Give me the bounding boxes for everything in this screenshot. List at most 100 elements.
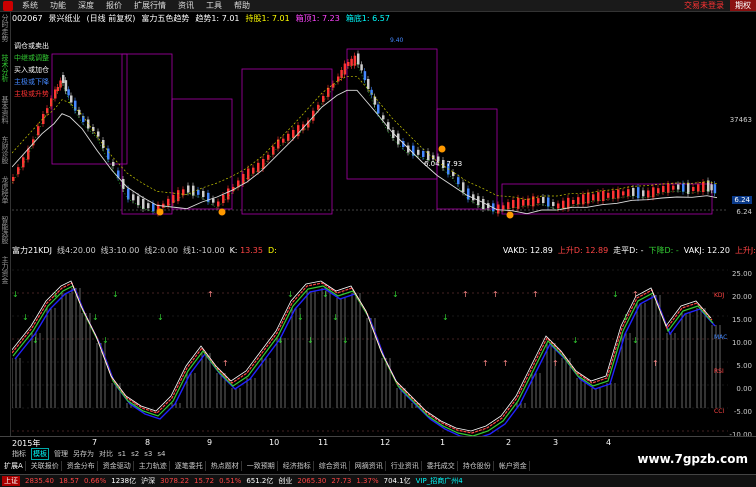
- index3-volume: 704.1亿: [383, 477, 411, 485]
- extension-tab[interactable]: 网摘资讯: [353, 460, 386, 471]
- extension-tab[interactable]: 资金驱动: [101, 460, 134, 471]
- price-axis-high: 37463: [729, 116, 752, 124]
- candle-body: [187, 185, 190, 193]
- support-value: 7.01: [271, 13, 290, 23]
- chart-period[interactable]: (日线 前复权): [87, 13, 136, 24]
- candle-body: [537, 198, 540, 204]
- candle-body: [287, 133, 290, 141]
- menu-item-system[interactable]: 系统: [16, 0, 44, 11]
- extension-tab[interactable]: 综合资讯: [317, 460, 350, 471]
- extension-tab[interactable]: 扩展A: [2, 460, 26, 471]
- kdj-down-arrow: ↓: [277, 336, 284, 345]
- kdj-up-arrow: ↑: [502, 359, 509, 368]
- tab-manage[interactable]: 管理: [54, 449, 68, 459]
- tab-template[interactable]: 模板: [31, 447, 49, 460]
- candle-body: [627, 189, 630, 197]
- menu-item-function[interactable]: 功能: [44, 0, 72, 11]
- trade-login-status[interactable]: 交易未登录: [678, 0, 730, 11]
- kdj-down-arrow: ↓: [92, 313, 99, 322]
- extension-tab[interactable]: 委托成交: [425, 460, 458, 471]
- kdj-up-d: 12.89: [585, 245, 609, 255]
- extension-tab[interactable]: 资金分布: [65, 460, 98, 471]
- sidebar-tab-fundamentals[interactable]: 基本资料: [1, 96, 9, 124]
- kdj-chart[interactable]: ↓ ↓ ↓ ↓ ↓ ↓ ↓ ↓ ↓ ↓ ↓ ↓ ↓ ↓ ↓ ↓ ↓ ↓ ↓ ↓ ↓ ↑ ↑ ↑ ↑ ↑ ↑ ↑ ↑ ↑ ↑: [12, 258, 728, 436]
- sidebar-tab-dragon-tiger[interactable]: 龙虎榜单: [1, 176, 9, 204]
- kdj-l3: 10.00: [116, 245, 140, 255]
- indicator-name[interactable]: 富力五色趋势: [141, 13, 189, 24]
- tab-indicator[interactable]: 指标: [12, 449, 26, 459]
- kdj-down-arrow: ↓: [32, 336, 39, 345]
- candle-body: [64, 80, 68, 92]
- menu-item-quote[interactable]: 报价: [100, 0, 128, 11]
- menu-item-tools[interactable]: 工具: [200, 0, 228, 11]
- candle-body: [127, 188, 130, 200]
- kdj-down-arrow: ↓: [632, 336, 639, 345]
- menu-item-help[interactable]: 帮助: [228, 0, 256, 11]
- support-label: 持股1:: [245, 13, 270, 23]
- sidebar-tab-intraday[interactable]: 分时走势: [1, 14, 9, 42]
- index2-value: 3078.22: [160, 477, 190, 485]
- kdj-up-arrow: ↑: [207, 290, 214, 299]
- tab-s4[interactable]: s4: [157, 450, 165, 458]
- candle-body: [37, 126, 40, 136]
- menu-item-extended[interactable]: 扩展行情: [128, 0, 172, 11]
- candle-body: [547, 197, 550, 207]
- kdj-axis-tick: 5.00: [736, 362, 752, 370]
- candle-body: [667, 183, 670, 193]
- index3-name[interactable]: 创业: [278, 476, 292, 486]
- index2-percent: 0.51%: [219, 477, 242, 485]
- extension-tab[interactable]: 一致预期: [245, 460, 278, 471]
- candle-body: [557, 203, 560, 209]
- kdj-up-arrow: ↑: [492, 290, 499, 299]
- extension-tab[interactable]: 行业资讯: [389, 460, 422, 471]
- extension-tab[interactable]: 逐笔委托: [173, 460, 206, 471]
- time-axis: 2015年 7 8 9 10 11 12 1 2 3 4: [0, 436, 756, 448]
- kdj-walk-label: 走平D:: [613, 245, 639, 255]
- kdj-name[interactable]: 富力21KDJ: [12, 245, 52, 256]
- kdj-down-arrow: ↓: [307, 336, 314, 345]
- extension-tab[interactable]: 主力轨迹: [137, 460, 170, 471]
- broker-name[interactable]: VIP_招商广州4: [416, 476, 463, 486]
- candle-body: [482, 199, 485, 209]
- tab-s2[interactable]: s2: [131, 450, 139, 458]
- index1-name[interactable]: 上证: [2, 476, 20, 486]
- sidebar-tab-technical[interactable]: 技术分析: [1, 54, 9, 82]
- extension-tab[interactable]: 热点题材: [209, 460, 242, 471]
- time-tick: 2: [506, 438, 512, 447]
- candle-body: [192, 185, 195, 196]
- sidebar-tab-diagnosis[interactable]: 东财诊股: [1, 136, 9, 164]
- tab-compare[interactable]: 对比: [99, 449, 113, 459]
- kdj-l1-label: 线1:: [182, 245, 199, 255]
- index2-volume: 651.2亿: [246, 477, 274, 485]
- candle-body: [142, 199, 145, 209]
- index2-name[interactable]: 沪深: [141, 476, 155, 486]
- candle-body: [102, 140, 105, 148]
- candle-body: [252, 167, 255, 174]
- candle-body: [577, 197, 580, 205]
- menu-item-depth[interactable]: 深度: [72, 0, 100, 11]
- left-sidebar: 分时走势 技术分析 基本资料 东财诊股 龙虎榜单 智能选股 主力资金: [0, 12, 11, 436]
- sidebar-tab-main-funds[interactable]: 主力资金: [1, 256, 9, 284]
- candle-body: [78, 109, 81, 115]
- time-tick: 8: [145, 438, 151, 447]
- time-tick: 1: [440, 438, 446, 447]
- kdj-j-line: [12, 285, 714, 436]
- tab-s1[interactable]: s1: [118, 450, 126, 458]
- tab-s3[interactable]: s3: [144, 450, 152, 458]
- kdj-axis-tick: 0.00: [736, 385, 752, 393]
- kdj-down-arrow: ↓: [112, 290, 119, 299]
- tab-save-as[interactable]: 另存为: [73, 449, 94, 459]
- option-button[interactable]: 期权: [730, 0, 756, 11]
- index1-value: 2835.40: [25, 477, 54, 485]
- price-chart[interactable]: 6.04 - 7.93 9.40: [12, 24, 728, 234]
- extension-tab[interactable]: 帐户资金: [497, 460, 530, 471]
- menu-item-news[interactable]: 资讯: [172, 0, 200, 11]
- extension-tab[interactable]: 经济指标: [281, 460, 314, 471]
- candle-body: [572, 200, 575, 204]
- kdj-right-label: KDJ: [714, 292, 725, 299]
- candle-body: [672, 185, 675, 190]
- extension-tab[interactable]: 持仓股份: [461, 460, 494, 471]
- extension-tab[interactable]: 关联报价: [29, 460, 62, 471]
- watermark: www.7gpzb.com: [637, 452, 748, 466]
- sidebar-tab-smart-pick[interactable]: 智能选股: [1, 216, 9, 244]
